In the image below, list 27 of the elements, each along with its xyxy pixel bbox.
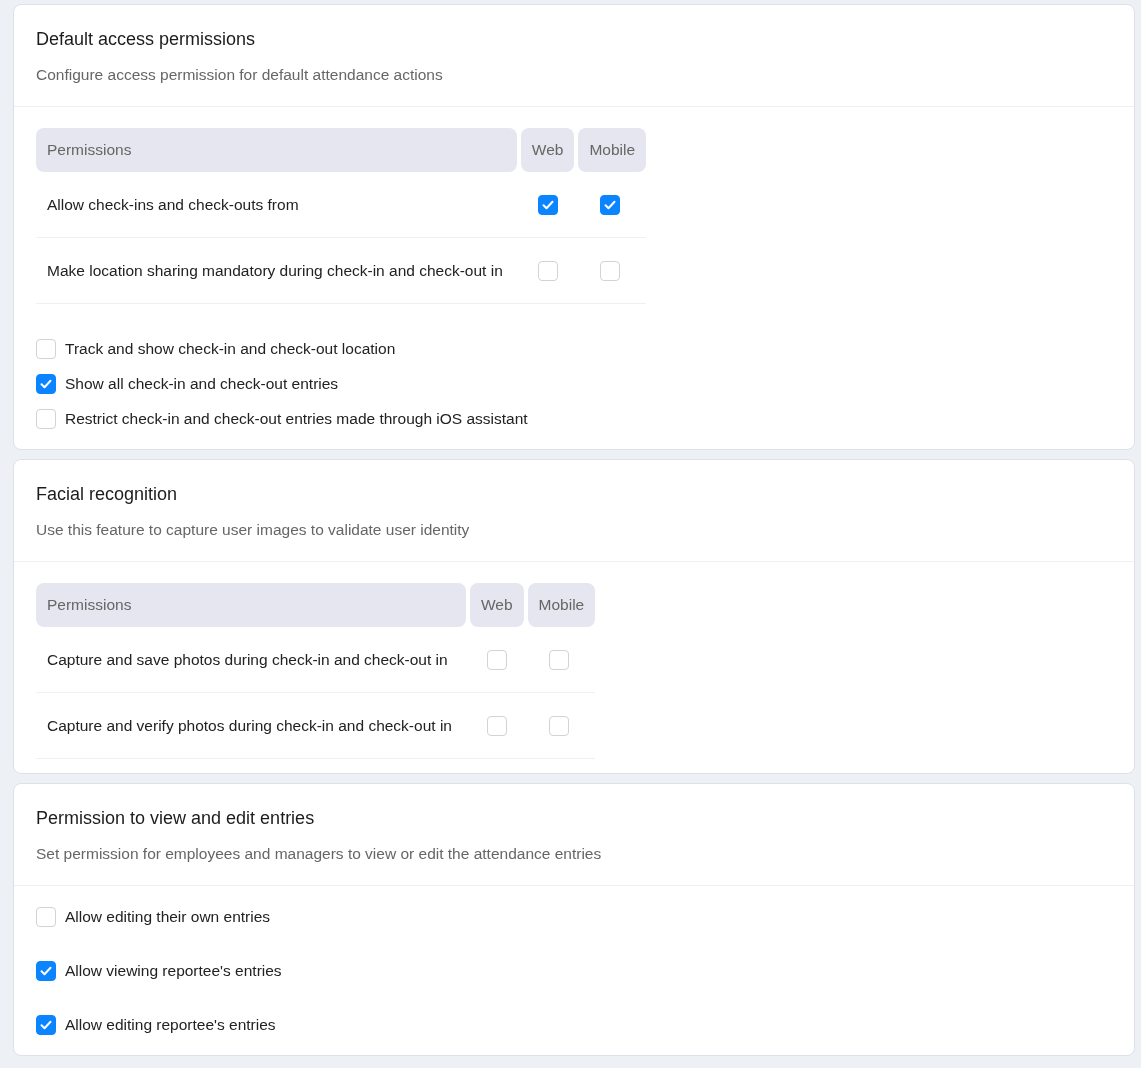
section-description: Use this feature to capture user images to validate user identity bbox=[36, 520, 471, 540]
option-label: Allow viewing reportee's entries bbox=[65, 960, 282, 981]
option-label: Allow editing their own entries bbox=[65, 906, 271, 927]
option-label: Track and show check-in and check-out location bbox=[65, 338, 396, 359]
section-title: Facial recognition bbox=[36, 483, 179, 506]
checkbox[interactable] bbox=[600, 194, 621, 215]
permission-label: Capture and save photos during check-in and check-out in bbox=[36, 627, 470, 693]
option-label: Show all check-in and check-out entries bbox=[65, 373, 339, 394]
column-header: Web bbox=[469, 583, 524, 627]
permission-label: Make location sharing mandatory during check-in and check-out in bbox=[36, 238, 521, 304]
column-header: Mobile bbox=[578, 128, 647, 172]
checkbox[interactable] bbox=[537, 194, 558, 215]
option-label: Restrict check-in and check-out entries made through iOS assistant bbox=[65, 408, 528, 429]
section-title: Permission to view and edit entries bbox=[36, 807, 316, 830]
section-title: Default access permissions bbox=[36, 28, 257, 51]
option-label: Allow editing reportee's entries bbox=[65, 1014, 276, 1035]
column-header: Permissions bbox=[36, 128, 517, 172]
column-header: Mobile bbox=[527, 583, 596, 627]
column-header: Permissions bbox=[36, 583, 466, 627]
checkbox[interactable] bbox=[36, 960, 56, 981]
checkbox[interactable] bbox=[36, 373, 56, 394]
section-description: Configure access permission for default attendance actions bbox=[36, 65, 444, 85]
permission-label: Allow check-ins and check-outs from bbox=[36, 172, 521, 238]
permission-label: Capture and verify photos during check-in and check-out in bbox=[36, 693, 470, 759]
section-description: Set permission for employees and managers to view or edit the attendance entries bbox=[36, 844, 603, 864]
checkbox[interactable] bbox=[36, 1014, 56, 1035]
column-header: Web bbox=[520, 128, 575, 172]
